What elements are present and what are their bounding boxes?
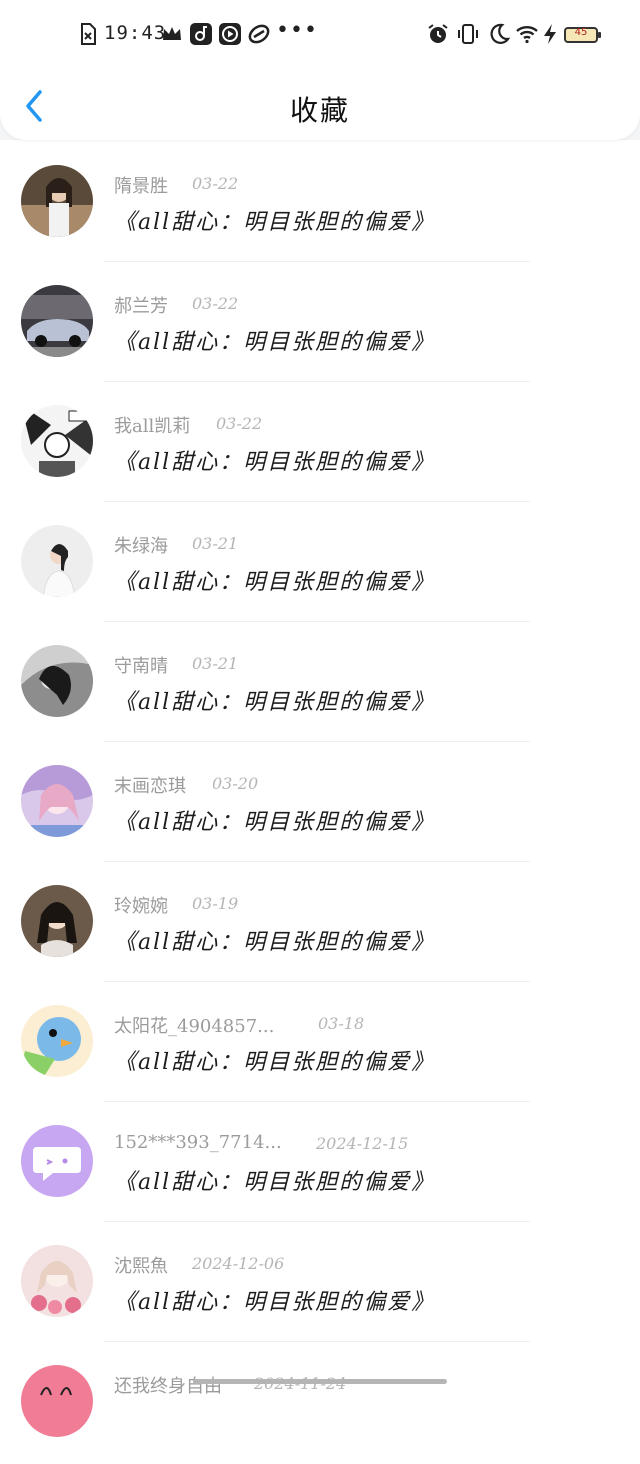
user-name: 隋景胜 — [114, 176, 168, 197]
battery-level: 45 — [574, 27, 588, 38]
play-app-icon — [219, 23, 241, 45]
alarm-icon — [428, 24, 448, 43]
link-app-icon — [248, 24, 270, 44]
avatar — [21, 1125, 93, 1197]
divider — [104, 981, 530, 982]
wifi-icon — [516, 26, 538, 44]
divider — [104, 1341, 530, 1342]
collect-date: 03-20 — [212, 774, 259, 793]
list-item[interactable]: 玲婉婉 03-19 《all甜心：明目张胆的偏爱》 — [0, 864, 640, 984]
vibrate-icon — [458, 24, 478, 44]
divider — [104, 261, 530, 262]
page-title: 收藏 — [289, 94, 350, 127]
avatar — [21, 405, 93, 477]
book-title: 《all甜心：明目张胆的偏爱》 — [114, 570, 436, 595]
user-name: 沈熙魚 — [114, 1256, 168, 1277]
avatar — [21, 525, 93, 597]
book-title: 《all甜心：明目张胆的偏爱》 — [114, 210, 436, 235]
avatar — [21, 765, 93, 837]
collect-date: 03-19 — [192, 894, 239, 913]
book-title: 《all甜心：明目张胆的偏爱》 — [114, 1050, 436, 1075]
book-title: 《all甜心：明目张胆的偏爱》 — [114, 1170, 436, 1195]
divider — [104, 741, 530, 742]
divider — [104, 1221, 530, 1222]
user-name: 末画恋琪 — [114, 776, 186, 797]
divider — [104, 621, 530, 622]
collect-date: 03-22 — [192, 174, 239, 193]
book-title: 《all甜心：明目张胆的偏爱》 — [114, 690, 436, 715]
list-item[interactable]: 朱绿海 03-21 《all甜心：明目张胆的偏爱》 — [0, 504, 640, 624]
user-name: 我all凯莉 — [114, 416, 191, 437]
book-title: 《all甜心：明目张胆的偏爱》 — [114, 930, 436, 955]
list-item[interactable]: 152***393_7714... 2024-12-15 《all甜心：明目张胆… — [0, 1104, 640, 1224]
collect-date: 2024-12-15 — [316, 1134, 409, 1153]
avatar — [21, 1245, 93, 1317]
charging-icon — [544, 24, 556, 44]
status-bar: 19:43 ••• 45 — [0, 0, 640, 70]
collect-date: 03-18 — [318, 1014, 365, 1033]
user-name: 152***393_7714... — [114, 1132, 282, 1153]
favorites-list: 隋景胜 03-22 《all甜心：明目张胆的偏爱》 郝兰芳 03-22 《all… — [0, 144, 640, 1464]
collect-date: 03-21 — [192, 654, 239, 673]
avatar — [21, 1365, 93, 1437]
divider — [104, 501, 530, 502]
status-time: 19:43 — [104, 22, 167, 44]
battery-icon: 45 — [564, 27, 601, 43]
divider — [104, 381, 530, 382]
user-name: 玲婉婉 — [114, 896, 168, 917]
user-name: 太阳花_4904857... — [114, 1016, 275, 1037]
list-item[interactable]: 沈熙魚 2024-12-06 《all甜心：明目张胆的偏爱》 — [0, 1224, 640, 1344]
avatar — [21, 885, 93, 957]
collect-date: 03-21 — [192, 534, 239, 553]
avatar — [21, 645, 93, 717]
list-item[interactable]: 太阳花_4904857... 03-18 《all甜心：明目张胆的偏爱》 — [0, 984, 640, 1104]
crown-icon — [163, 27, 181, 40]
list-item[interactable]: 还我终身自由 2024-11-24 — [0, 1344, 640, 1464]
avatar — [21, 285, 93, 357]
music-app-icon — [190, 23, 212, 45]
collect-date: 03-22 — [192, 294, 239, 313]
moon-icon — [490, 23, 511, 44]
book-title: 《all甜心：明目张胆的偏爱》 — [114, 810, 436, 835]
list-item[interactable]: 我all凯莉 03-22 《all甜心：明目张胆的偏爱》 — [0, 384, 640, 504]
avatar — [21, 165, 93, 237]
user-name: 守南晴 — [114, 656, 168, 677]
avatar — [21, 1005, 93, 1077]
collect-date: 2024-12-06 — [192, 1254, 285, 1273]
book-title: 《all甜心：明目张胆的偏爱》 — [114, 330, 436, 355]
list-item[interactable]: 郝兰芳 03-22 《all甜心：明目张胆的偏爱》 — [0, 264, 640, 384]
list-item[interactable]: 末画恋琪 03-20 《all甜心：明目张胆的偏爱》 — [0, 744, 640, 864]
divider — [104, 861, 530, 862]
user-name: 朱绿海 — [114, 536, 168, 557]
book-title: 《all甜心：明目张胆的偏爱》 — [114, 1290, 436, 1315]
home-indicator[interactable] — [193, 1379, 447, 1384]
divider — [104, 1101, 530, 1102]
collect-date: 03-22 — [216, 414, 263, 433]
file-x-icon — [81, 23, 96, 45]
book-title: 《all甜心：明目张胆的偏爱》 — [114, 450, 436, 475]
user-name: 还我终身自由 — [114, 1376, 222, 1397]
list-item[interactable]: 守南晴 03-21 《all甜心：明目张胆的偏爱》 — [0, 624, 640, 744]
user-name: 郝兰芳 — [114, 296, 168, 317]
list-item[interactable]: 隋景胜 03-22 《all甜心：明目张胆的偏爱》 — [0, 144, 640, 264]
more-notifications-icon: ••• — [276, 18, 318, 43]
